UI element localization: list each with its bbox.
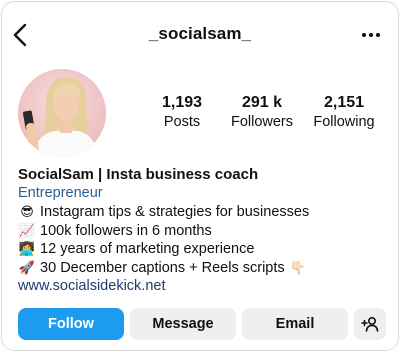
profile-photo	[18, 69, 106, 157]
followers-count: 291 k	[241, 94, 283, 111]
chart-increasing-emoji-icon: 📈	[18, 222, 36, 238]
add-user-icon	[361, 316, 379, 332]
rocket-emoji-icon: 🚀	[18, 259, 36, 275]
following-count: 2,151	[323, 94, 365, 111]
profile-stats: 1,193 Posts 291 k Followers 2,151 Follow…	[142, 93, 387, 133]
bio-line: 👩‍💻 12 years of marketing experience	[18, 240, 388, 259]
sunglasses-emoji-icon: 😎	[20, 204, 34, 219]
bio-line-text: Instagram tips & strategies for business…	[40, 204, 310, 220]
posts-count: 1,193	[161, 94, 203, 111]
bio-line: 📈 100k followers in 6 months	[18, 222, 388, 241]
bio-line-text: 100k followers in 6 months	[40, 222, 212, 239]
pointing-down-emoji-icon: 👇🏻	[289, 259, 306, 275]
display-name: SocialSam | Insta business coach	[18, 166, 259, 183]
posts-label: Posts	[163, 114, 201, 130]
more-horizontal-icon	[362, 33, 380, 37]
bio-line: 😎 Instagram tips & strategies for busine…	[18, 203, 388, 222]
follow-button[interactable]: Follow	[18, 308, 124, 340]
bio-line: 🚀 30 December captions + Reels scripts 👇…	[18, 259, 388, 278]
stat-followers[interactable]: 291 k Followers	[222, 93, 302, 131]
stat-posts[interactable]: 1,193 Posts	[142, 93, 222, 131]
profile-avatar[interactable]	[18, 69, 106, 157]
profile-actions: Follow Message Email	[18, 308, 386, 340]
following-label: Following	[313, 114, 375, 130]
suggested-users-button[interactable]	[354, 308, 386, 340]
profile-username: _socialsam_	[148, 24, 252, 43]
profile-category: Entrepreneur	[18, 185, 103, 201]
profile-card: _socialsam_ 1,193 Posts 291 k Followers …	[1, 1, 399, 351]
profile-bio: SocialSam | Insta business coach Entrepr…	[18, 165, 388, 296]
bio-line-text: 30 December captions + Reels scripts	[40, 259, 285, 276]
profile-header: _socialsam_	[2, 2, 398, 68]
stat-following[interactable]: 2,151 Following	[304, 93, 384, 131]
more-options-button[interactable]	[360, 28, 382, 42]
followers-label: Followers	[230, 114, 294, 130]
bio-line-text: 12 years of marketing experience	[40, 241, 255, 258]
message-button[interactable]: Message	[130, 308, 236, 340]
website-link[interactable]: www.socialsidekick.net	[18, 277, 388, 296]
email-button[interactable]: Email	[242, 308, 348, 340]
woman-technologist-emoji-icon: 👩‍💻	[18, 241, 36, 257]
